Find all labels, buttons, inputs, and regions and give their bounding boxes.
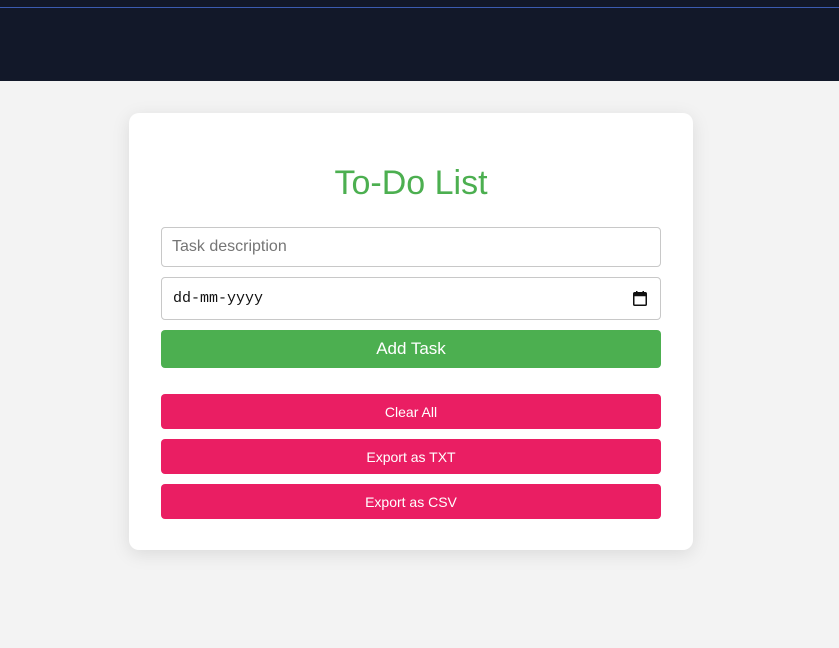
- due-date-input[interactable]: dd-mm-yyyy: [161, 277, 661, 320]
- page-title: To-Do List: [334, 164, 488, 202]
- top-bar: [0, 0, 839, 81]
- top-bar-divider: [0, 7, 839, 8]
- date-placeholder-text: dd-mm-yyyy: [173, 290, 264, 307]
- task-description-input[interactable]: [161, 227, 661, 267]
- clear-all-button[interactable]: Clear All: [161, 394, 661, 429]
- todo-card: To-Do List dd-mm-yyyy Add Task Clear All…: [129, 113, 693, 550]
- export-csv-button[interactable]: Export as CSV: [161, 484, 661, 519]
- add-task-button[interactable]: Add Task: [161, 330, 661, 368]
- calendar-icon[interactable]: [633, 291, 647, 306]
- export-txt-button[interactable]: Export as TXT: [161, 439, 661, 474]
